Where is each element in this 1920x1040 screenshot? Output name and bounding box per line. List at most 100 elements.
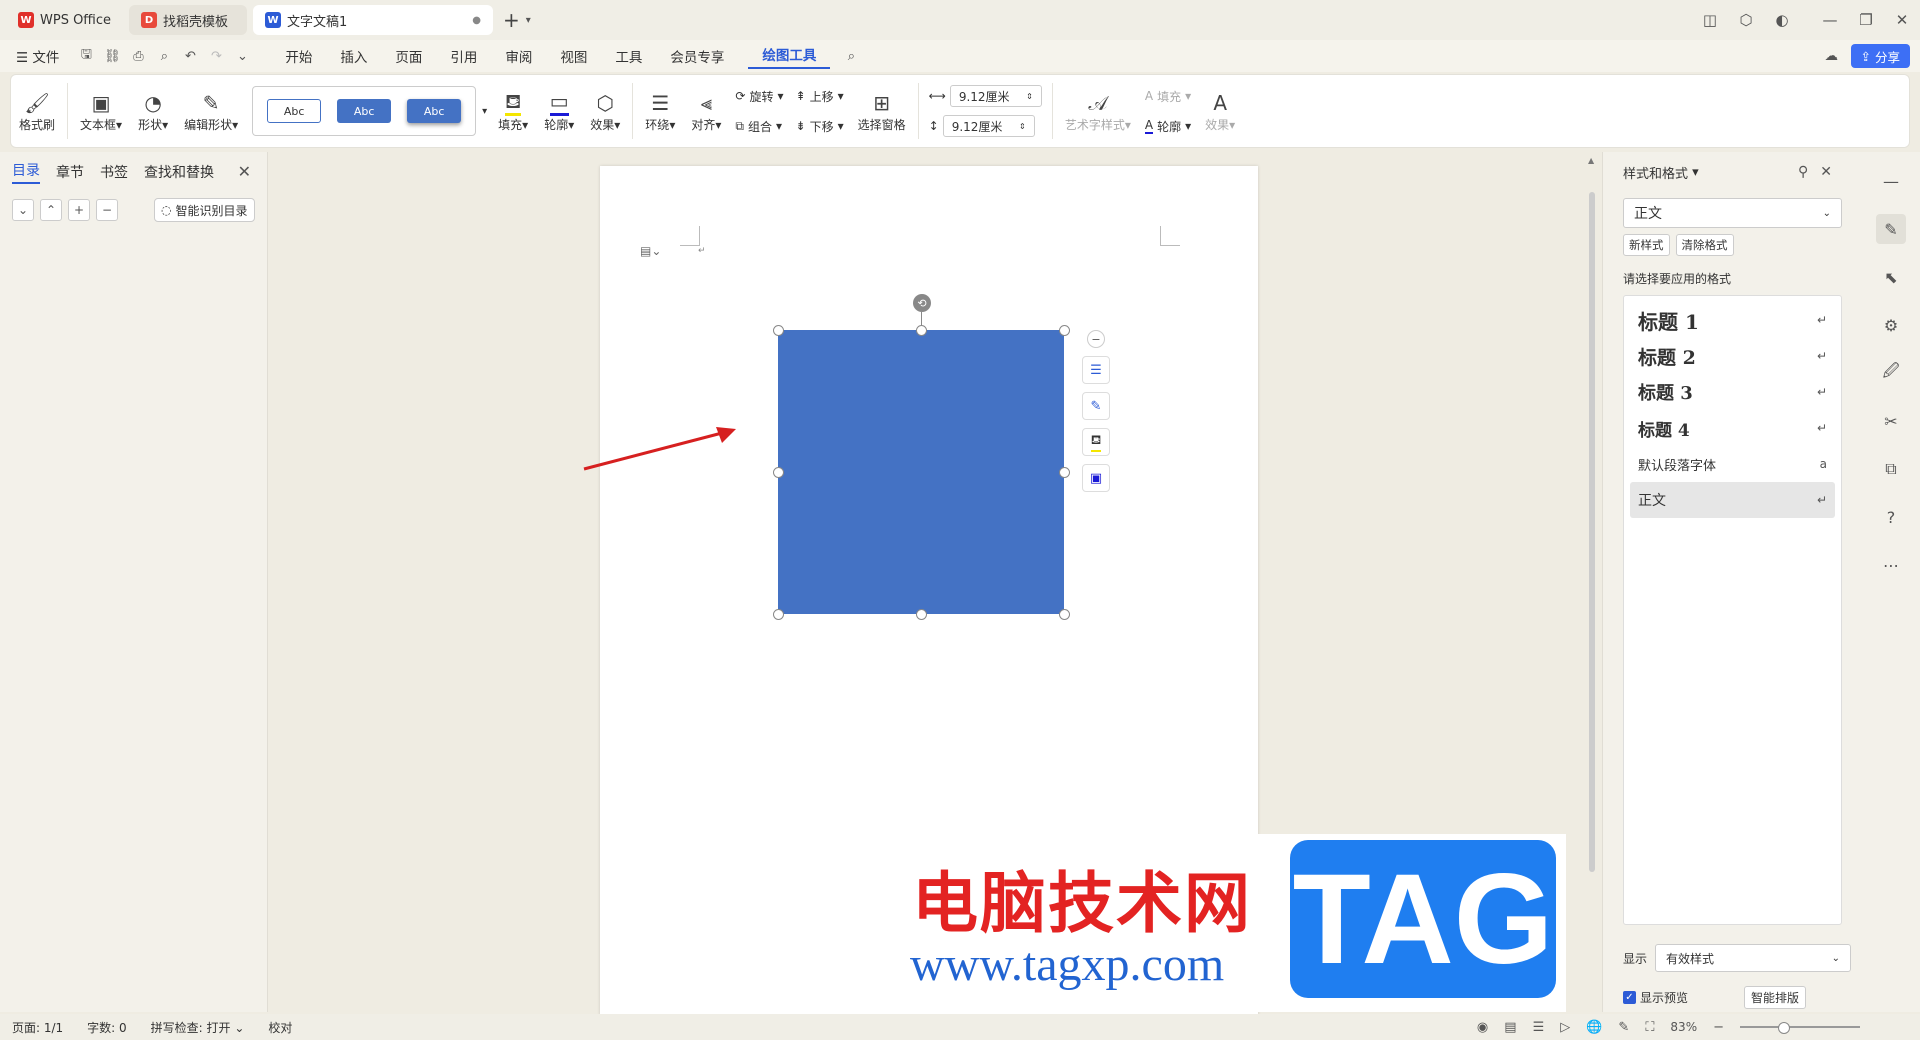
help-icon[interactable]: ? (1876, 502, 1906, 532)
resize-handle-s[interactable] (916, 609, 927, 620)
style-item-heading-1[interactable]: 标题 1 ↵ (1630, 302, 1835, 338)
search-icon[interactable]: ⌕ (838, 49, 864, 64)
resize-handle-sw[interactable] (773, 609, 784, 620)
format-painter-button[interactable]: 🖌 格式刷 (11, 79, 63, 143)
add-icon[interactable]: + (68, 199, 90, 221)
print-preview-icon[interactable]: ⌕ (151, 49, 177, 64)
styles-pane-title[interactable]: 样式和格式 (1623, 163, 1688, 182)
tools-icon[interactable]: ✂ (1876, 406, 1906, 436)
cube-icon[interactable]: ⬡ (1728, 11, 1764, 29)
minimize-icon[interactable]: — (1812, 11, 1848, 29)
avatar[interactable]: ◐ (1764, 11, 1800, 29)
tab-wps-office[interactable]: W WPS Office (6, 5, 123, 35)
pin-icon[interactable]: ⚲ (1798, 164, 1820, 180)
tab-docer[interactable]: D 找稻壳模板 (129, 5, 248, 35)
gallery-expand-icon[interactable]: ▾ (482, 106, 487, 117)
style-item-normal[interactable]: 正文 ↵ (1630, 482, 1835, 518)
book-search-icon[interactable]: ⧉ (1876, 454, 1906, 484)
select-cursor-icon[interactable]: ⬉ (1876, 262, 1906, 292)
save-icon[interactable]: 🖫 (73, 45, 99, 67)
vertical-scrollbar[interactable]: ▲ (1586, 156, 1598, 1012)
text-outline-button[interactable]: A 轮廓 ▾ (1144, 118, 1191, 135)
style-preset-1[interactable]: Abc (267, 99, 322, 123)
resize-handle-e[interactable] (1059, 467, 1070, 478)
zoom-out-icon[interactable]: − (1713, 1020, 1724, 1035)
close-icon[interactable]: ✕ (238, 162, 251, 181)
remove-icon[interactable]: − (96, 199, 118, 221)
style-preset-3[interactable]: Abc (407, 99, 462, 123)
selection-pane-button[interactable]: ⊞ 选择窗格 (850, 79, 914, 143)
menu-tools[interactable]: 工具 (601, 46, 656, 66)
edit-shape-button[interactable]: ✎ 编辑形状▾ (176, 79, 246, 143)
restore-icon[interactable]: ❐ (1848, 11, 1884, 29)
close-icon[interactable]: ✕ (1884, 11, 1920, 29)
clear-format-button[interactable]: 清除格式 (1675, 234, 1734, 256)
menu-references[interactable]: 引用 (436, 46, 491, 66)
expand-down-icon[interactable]: ⌄ (12, 199, 34, 221)
nav-tab-chapter[interactable]: 章节 (56, 162, 84, 182)
layout-icon[interactable]: ◫ (1692, 11, 1728, 29)
textbox-button[interactable]: ▣ 文本框▾ (72, 79, 130, 143)
smart-layout-button[interactable]: 智能排版 (1744, 986, 1807, 1009)
show-select[interactable]: 有效样式 ⌄ (1655, 944, 1852, 972)
bring-forward-button[interactable]: ⇞ 上移 ▾ (796, 88, 844, 105)
layout-options-button[interactable]: ☰ (1082, 356, 1110, 384)
file-menu[interactable]: ☰ 文件 (0, 46, 73, 66)
menu-insert[interactable]: 插入 (326, 46, 381, 66)
style-item-heading-4[interactable]: 标题 4 ↵ (1630, 410, 1835, 446)
shape-button[interactable]: ◔ 形状▾ (130, 79, 176, 143)
text-fill-button[interactable]: A 填充 ▾ (1145, 88, 1191, 105)
nav-tab-toc[interactable]: 目录 (12, 160, 40, 184)
resize-handle-se[interactable] (1059, 609, 1070, 620)
menu-page[interactable]: 页面 (381, 46, 436, 66)
more-icon[interactable]: ⋯ (1876, 550, 1906, 580)
align-button[interactable]: ⫷ 对齐▾ (683, 79, 729, 143)
menu-view[interactable]: 视图 (546, 46, 601, 66)
edit-document-icon[interactable]: 🖉 (1876, 358, 1906, 388)
outline-view-icon[interactable]: ☰ (1533, 1020, 1545, 1035)
page-count[interactable]: 页面: 1/1 (0, 1019, 75, 1036)
fit-page-icon[interactable]: ⛶ (1645, 1020, 1654, 1035)
redo-icon[interactable]: ↷ (203, 49, 229, 64)
pen-edit-icon[interactable]: ✎ (1876, 214, 1906, 244)
word-count[interactable]: 字数: 0 (75, 1019, 139, 1036)
style-item-default-font[interactable]: 默认段落字体 a (1630, 446, 1835, 482)
play-icon[interactable]: ▷ (1560, 1020, 1570, 1035)
outline-button[interactable]: ▭ 轮廓▾ (536, 79, 582, 143)
width-input[interactable]: 9.12厘米 ⇕ (949, 85, 1042, 107)
zoom-level[interactable]: 83% (1670, 1020, 1697, 1034)
collapse-toolbar-icon[interactable]: − (1087, 330, 1105, 348)
effect-button[interactable]: ⬡ 效果▾ (582, 79, 628, 143)
collapse-icon[interactable]: — (1876, 166, 1906, 196)
unsaved-dot-icon[interactable]: ● (472, 15, 481, 26)
resize-handle-w[interactable] (773, 467, 784, 478)
height-input[interactable]: 9.12厘米 ⇕ (942, 115, 1035, 137)
new-style-button[interactable]: 新样式 (1623, 234, 1670, 256)
resize-handle-n[interactable] (916, 325, 927, 336)
nav-tab-bookmark[interactable]: 书签 (100, 162, 128, 182)
tab-list-chevron-icon[interactable]: ▾ (526, 15, 531, 26)
close-icon[interactable]: ✕ (1820, 164, 1844, 180)
undo-icon[interactable]: ↶ (177, 49, 203, 64)
rotate-button[interactable]: ⟳ 旋转 ▾ (735, 88, 783, 105)
wrap-button[interactable]: ☰ 环绕▾ (637, 79, 683, 143)
spell-check-toggle[interactable]: 拼写检查: 打开 ⌄ (139, 1019, 257, 1036)
menu-drawing-tools[interactable]: 绘图工具 (748, 44, 831, 69)
nav-tab-find-replace[interactable]: 查找和替换 (144, 162, 214, 182)
show-preview-checkbox[interactable]: ✓ (1623, 991, 1636, 1004)
rectangle-shape[interactable] (778, 330, 1064, 614)
zoom-slider[interactable] (1740, 1022, 1860, 1034)
print-icon[interactable]: ⎙ (125, 49, 151, 64)
proofread-button[interactable]: 校对 (256, 1019, 304, 1036)
fill-button[interactable]: ⛾ 填充▾ (490, 79, 536, 143)
share-button[interactable]: ⇪ 分享 (1850, 44, 1910, 68)
current-style-select[interactable]: 正文 ⌄ (1623, 198, 1842, 228)
page-view-icon[interactable]: ▤ (1504, 1020, 1516, 1035)
group-button[interactable]: ⧉ 组合 ▾ (735, 118, 783, 135)
menu-review[interactable]: 审阅 (491, 46, 546, 66)
web-view-icon[interactable]: 🌐 (1586, 1020, 1602, 1035)
collapse-up-icon[interactable]: ⌃ (40, 199, 62, 221)
fill-color-button[interactable]: ⛾ (1082, 428, 1110, 456)
link-icon[interactable]: ⛓ (99, 49, 125, 64)
scroll-thumb[interactable] (1589, 192, 1595, 872)
